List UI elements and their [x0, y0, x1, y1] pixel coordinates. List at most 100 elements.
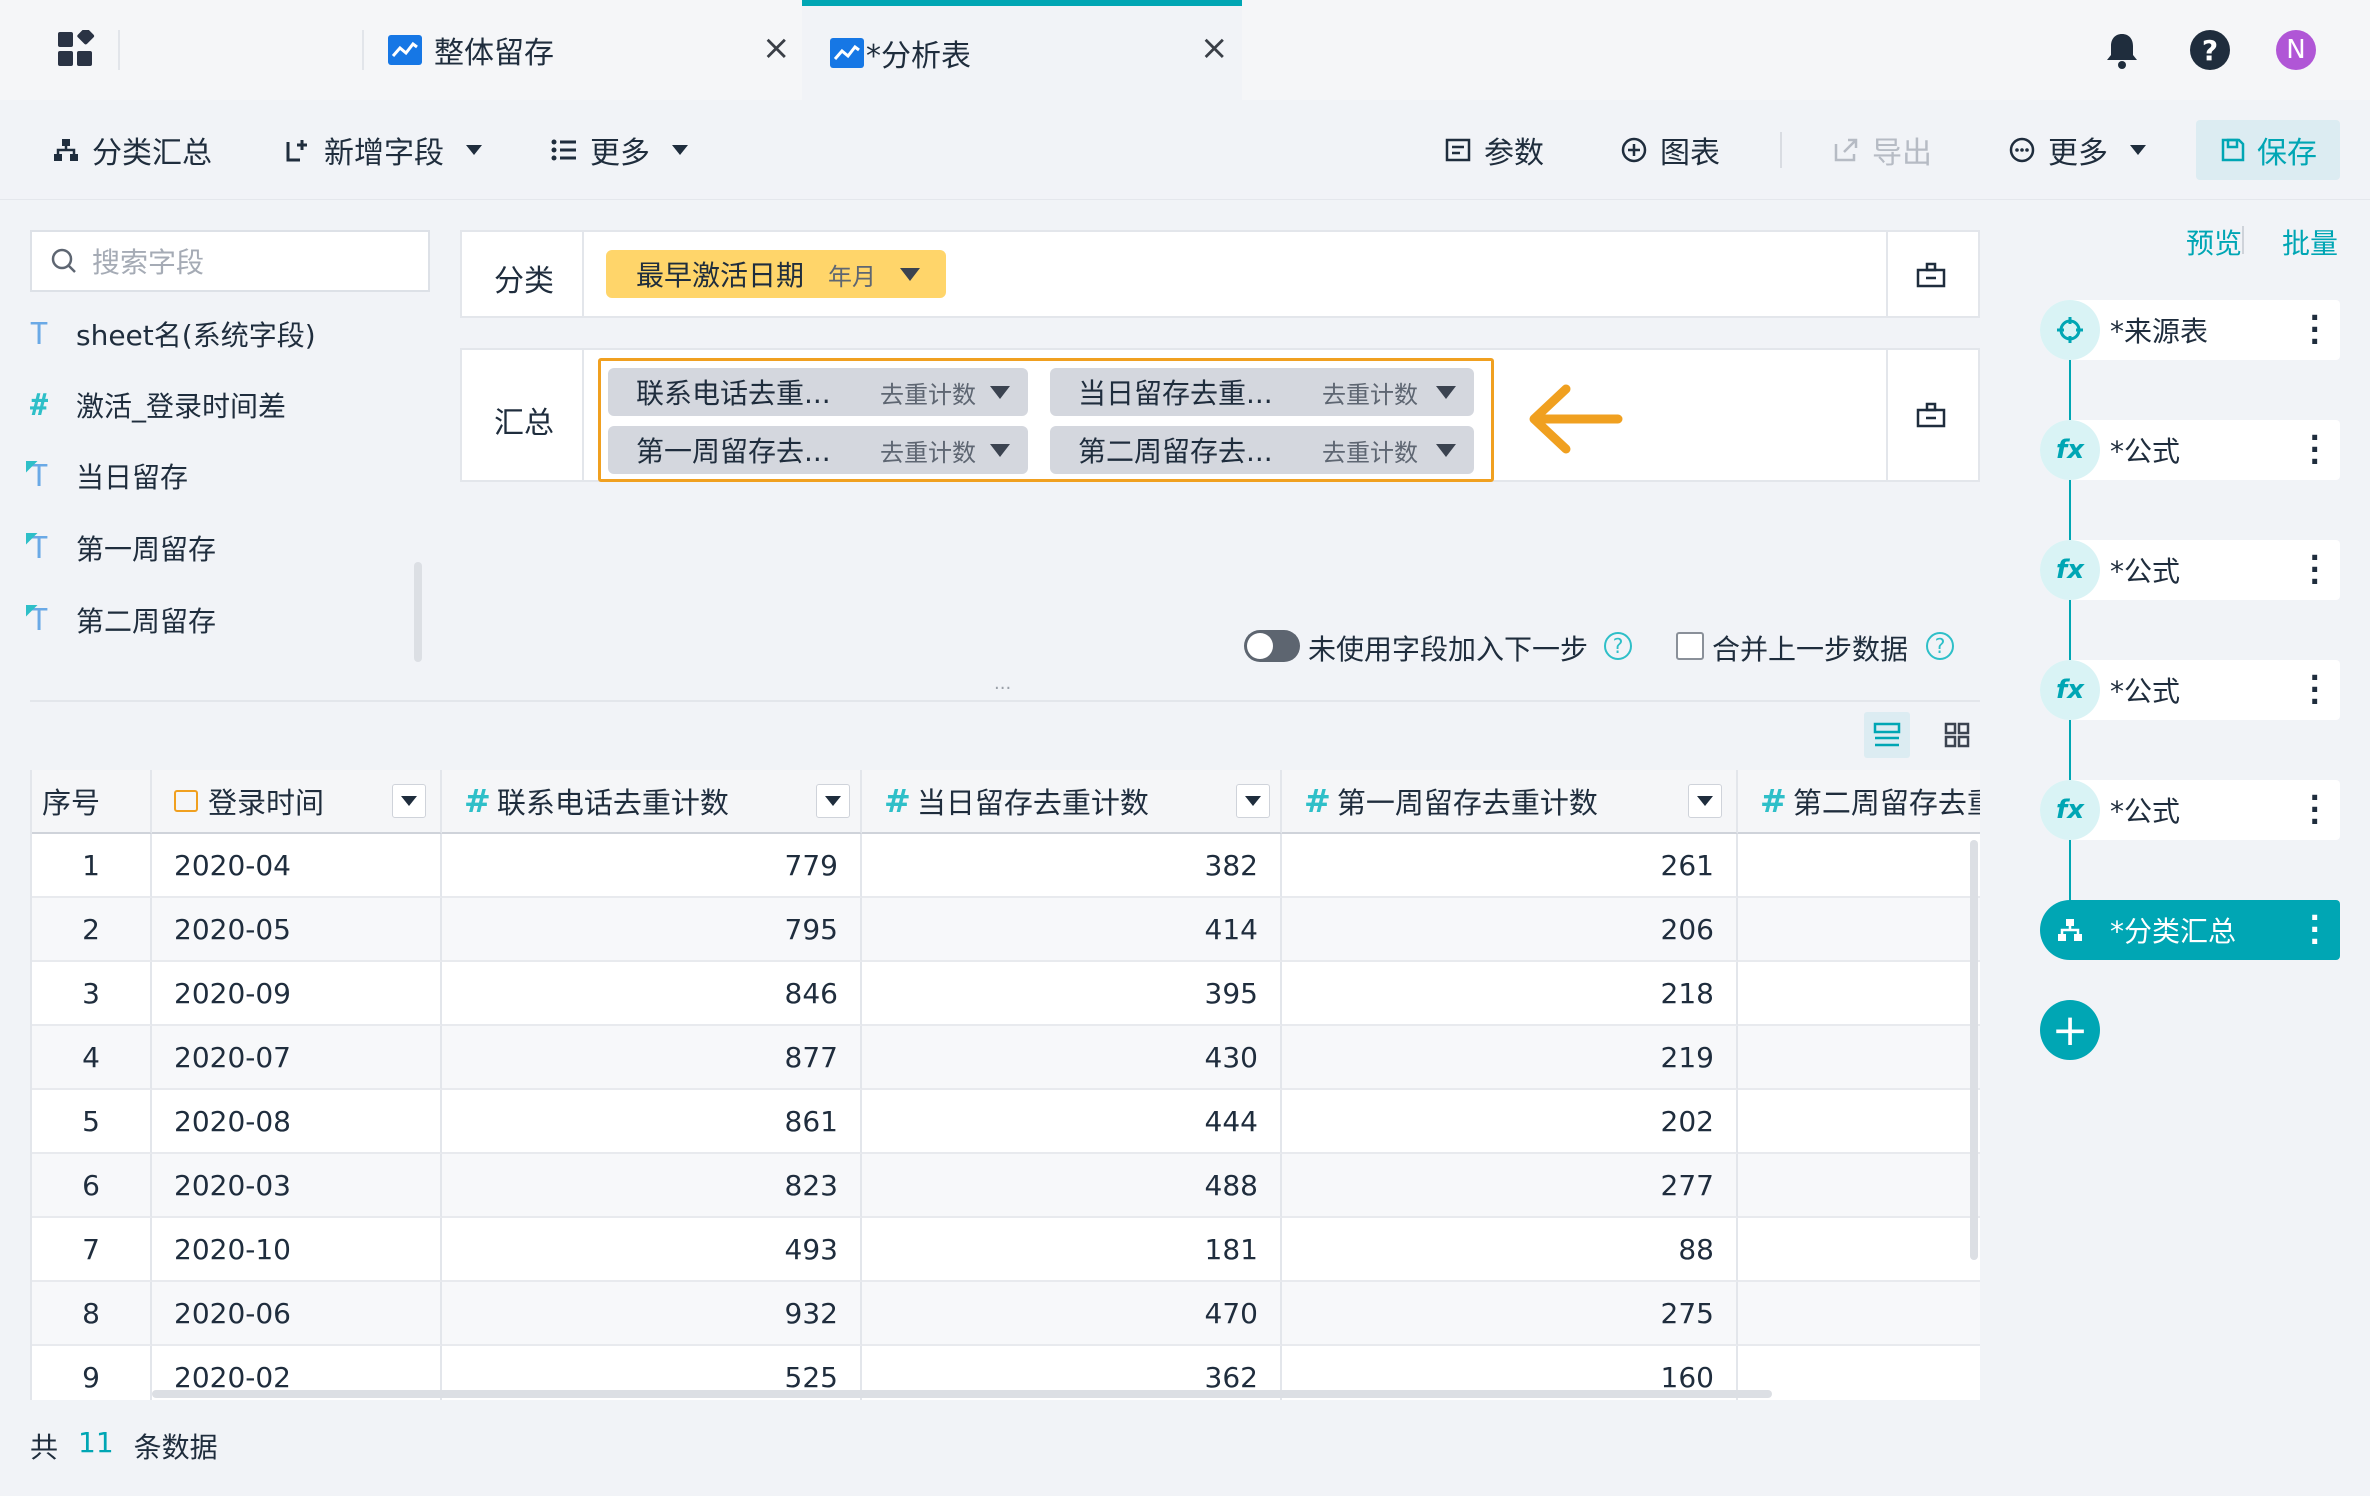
grid-view-button[interactable] — [1934, 712, 1980, 758]
apps-grid-icon[interactable] — [58, 27, 96, 68]
column-header[interactable]: 序号 — [32, 770, 152, 834]
avatar[interactable]: N — [2276, 30, 2316, 70]
table-cell — [1738, 1154, 1980, 1218]
more-vertical-icon[interactable]: · · · — [2309, 664, 2320, 716]
column-dropdown[interactable] — [392, 784, 426, 818]
table-cell: 795 — [442, 898, 862, 962]
more-vertical-icon[interactable]: · · · — [2309, 304, 2320, 356]
tab-overall-retention[interactable]: 整体留存 × — [364, 0, 801, 100]
help-icon[interactable]: ? — [2190, 30, 2230, 70]
field-item[interactable]: # 激活_登录时间差 — [30, 375, 286, 435]
section-divider — [30, 700, 1980, 702]
more-vertical-icon[interactable]: · · · — [2309, 904, 2320, 956]
more-right-button[interactable]: 更多 — [2008, 100, 2146, 200]
chevron-down-icon — [900, 268, 920, 281]
export-button[interactable]: 导出 — [1832, 100, 1932, 200]
summary-label: 汇总 — [494, 406, 554, 441]
list-view-button[interactable] — [1864, 712, 1910, 758]
chart-button[interactable]: 图表 — [1620, 100, 1720, 200]
column-header[interactable]: # 第二周留存去重 — [1738, 770, 1980, 834]
table-cell: 2020-09 — [152, 962, 442, 1026]
close-icon[interactable]: × — [762, 28, 791, 68]
field-item[interactable]: T 当日留存 — [26, 446, 188, 506]
batch-link[interactable]: 批量 — [2282, 222, 2338, 262]
table-cell: 488 — [862, 1154, 1282, 1218]
column-header[interactable]: 登录时间 — [152, 770, 442, 834]
tab-bar: 整体留存 × *分析表 × ? N — [0, 0, 2370, 100]
field-item[interactable]: T 第一周留存 — [26, 518, 217, 578]
export-icon — [1834, 138, 1858, 162]
help-circle-icon[interactable]: ? — [1926, 632, 1954, 660]
column-label: 第二周留存去重 — [1792, 786, 1980, 820]
main-area: 搜索字段 T sheet名(系统字段) # 激活_登录时间差 T 当日留存 T … — [0, 200, 2010, 1496]
table-cell: 277 — [1282, 1154, 1738, 1218]
category-divider — [582, 232, 584, 316]
chevron-down-icon — [401, 796, 417, 806]
column-dropdown[interactable] — [1688, 784, 1722, 818]
resize-handle[interactable]: ··· — [994, 678, 1011, 699]
column-dropdown[interactable] — [1236, 784, 1270, 818]
params-button[interactable]: 参数 — [1444, 100, 1544, 200]
column-header[interactable]: # 联系电话去重计数 — [442, 770, 862, 834]
table-cell: 1 — [32, 834, 152, 898]
column-label: 登录时间 — [208, 786, 325, 820]
category-box: 分类 最早激活日期 年月 — [460, 230, 1980, 318]
summary-chip[interactable]: 第一周留存去... 去重计数 — [608, 426, 1028, 474]
table-cell — [1738, 1218, 1980, 1282]
more-vertical-icon[interactable]: · · · — [2309, 544, 2320, 596]
summary-divider — [582, 350, 584, 480]
unused-fields-label: 未使用字段加入下一步 — [1308, 633, 1589, 666]
more-vertical-icon[interactable]: · · · — [2309, 784, 2320, 836]
number-type-icon: # — [884, 782, 911, 820]
column-dropdown[interactable] — [816, 784, 850, 818]
group-summary-button[interactable]: 分类汇总 — [52, 100, 212, 200]
summary-chip[interactable]: 当日留存去重... 去重计数 — [1050, 368, 1474, 416]
search-input[interactable]: 搜索字段 — [30, 230, 430, 292]
table-cell: 275 — [1282, 1282, 1738, 1346]
chip-sub: 去重计数 — [1322, 438, 1418, 467]
column-header[interactable]: # 第一周留存去重计数 — [1282, 770, 1738, 834]
chip-name: 最早激活日期 — [636, 259, 805, 292]
flow-node[interactable]: *来源表 · · · — [2040, 300, 2340, 360]
clear-icon[interactable] — [1914, 258, 1948, 292]
close-icon[interactable]: × — [1200, 28, 1229, 68]
field-item[interactable]: T 第二周留存 — [26, 590, 216, 650]
preview-link[interactable]: 预览 — [2186, 222, 2242, 262]
flow-node[interactable]: fx *公式 · · · — [2040, 780, 2340, 840]
add-step-button[interactable]: + — [2040, 1000, 2100, 1060]
help-circle-icon[interactable]: ? — [1604, 632, 1632, 660]
field-item[interactable]: T sheet名(系统字段) — [30, 304, 316, 364]
category-label: 分类 — [494, 264, 554, 299]
table-cell: 861 — [442, 1090, 862, 1154]
category-chip[interactable]: 最早激活日期 年月 — [606, 250, 946, 298]
summary-chip[interactable]: 联系电话去重... 去重计数 — [608, 368, 1028, 416]
more-vertical-icon[interactable]: · · · — [2309, 424, 2320, 476]
table-cell: 2020-10 — [152, 1218, 442, 1282]
flow-node[interactable]: fx *公式 · · · — [2040, 660, 2340, 720]
summary-divider — [1886, 350, 1888, 480]
vertical-scrollbar[interactable] — [1970, 840, 1978, 1260]
toggle-knob — [1247, 633, 1273, 659]
list-icon — [551, 139, 576, 161]
tab-analysis-table[interactable]: *分析表 × — [802, 0, 1242, 100]
bell-icon[interactable] — [2104, 30, 2140, 70]
column-header[interactable]: # 当日留存去重计数 — [862, 770, 1282, 834]
table-cell: 2 — [32, 898, 152, 962]
flow-node[interactable]: fx *公式 · · · — [2040, 540, 2340, 600]
table-cell: 4 — [32, 1026, 152, 1090]
formula-text-icon: T — [26, 603, 76, 638]
fx-icon: fx — [2040, 780, 2100, 840]
merge-checkbox[interactable] — [1676, 632, 1704, 660]
field-label: 第一周留存 — [76, 533, 217, 566]
flow-node[interactable]: fx *公式 · · · — [2040, 420, 2340, 480]
unused-fields-toggle[interactable] — [1244, 630, 1300, 662]
sidebar-scrollbar[interactable] — [414, 562, 422, 662]
more-left-button[interactable]: 更多 — [550, 100, 688, 200]
horizontal-scrollbar[interactable] — [152, 1390, 1772, 1398]
save-button[interactable]: 保存 — [2196, 120, 2340, 180]
flow-node[interactable]: *分类汇总 · · · — [2040, 900, 2340, 960]
clear-icon[interactable] — [1914, 398, 1948, 432]
chevron-down-icon — [1436, 444, 1456, 457]
add-field-button[interactable]: 新增字段 — [284, 100, 482, 200]
summary-chip[interactable]: 第二周留存去... 去重计数 — [1050, 426, 1474, 474]
